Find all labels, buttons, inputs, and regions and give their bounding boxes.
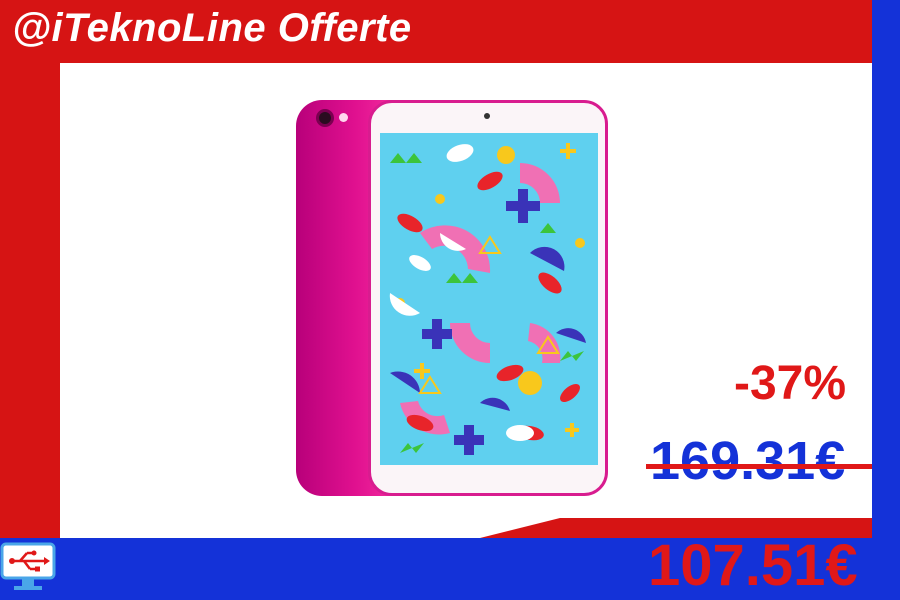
original-price: 169.31€ — [650, 431, 846, 491]
camera-icon — [316, 109, 334, 127]
brand-title: @iTeknoLine Offerte — [12, 6, 412, 50]
sale-price: 107.51€ — [648, 533, 858, 598]
usb-monitor-icon — [0, 538, 58, 600]
flash-icon — [339, 113, 348, 122]
tablet-screen — [380, 133, 598, 465]
tablet-front — [368, 100, 608, 496]
wallpaper-pattern — [380, 133, 598, 465]
pink-tablet-icon — [296, 100, 608, 496]
strikethrough-line — [646, 464, 872, 469]
discount-badge: -37% — [734, 357, 847, 410]
front-camera-icon — [484, 113, 490, 119]
background-blue-right — [872, 0, 900, 600]
